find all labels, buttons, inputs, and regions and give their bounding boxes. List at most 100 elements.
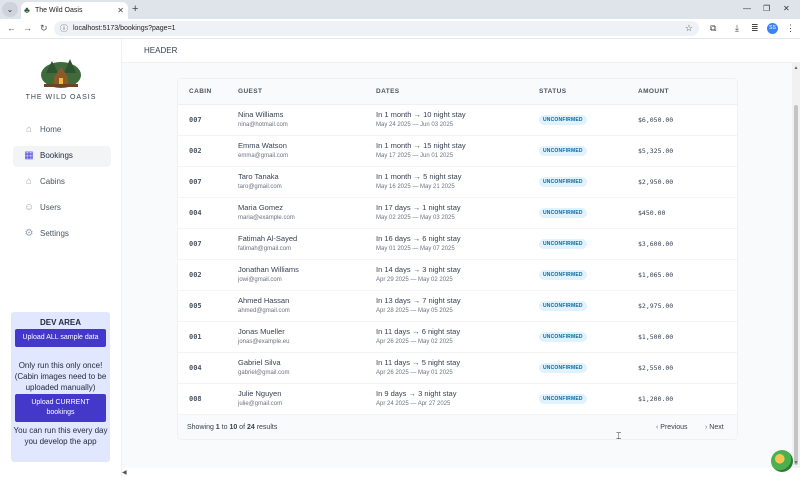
guest-name: Taro Tanaka <box>238 172 279 181</box>
chevron-right-icon: › <box>705 424 708 431</box>
status-badge: UNCONFIRMED <box>539 363 587 373</box>
close-window-icon[interactable]: ✕ <box>783 3 790 15</box>
cabin-number: 002 <box>189 271 202 279</box>
scroll-up-icon[interactable]: ▲ <box>792 65 800 71</box>
booking-range: May 17 2025 — Jun 01 2025 <box>376 153 454 159</box>
booking-dates: In 9 days → 3 night stay <box>376 389 457 398</box>
guest-email: emma@gmail.com <box>238 153 289 159</box>
status-badge: UNCONFIRMED <box>539 332 587 342</box>
guest-name: Jonathan Williams <box>238 265 299 274</box>
extensions-icon[interactable]: ⧉ <box>710 22 716 35</box>
booking-dates: In 14 days → 3 night stay <box>376 265 461 274</box>
reading-list-icon[interactable]: ≣ <box>751 22 759 35</box>
dev-note-once: Only run this only once! (Cabin images n… <box>14 361 107 392</box>
reload-icon[interactable]: ↻ <box>40 22 48 35</box>
sidebar-item-cabins[interactable]: ⌂ Cabins <box>13 172 111 193</box>
calendar-icon: ▦ <box>24 150 34 161</box>
guest-name: Emma Watson <box>238 141 287 150</box>
booking-amount: $2,950.00 <box>638 178 674 186</box>
booking-amount: $2,975.00 <box>638 302 674 310</box>
guest-name: Fatimah Al-Sayed <box>238 234 298 243</box>
sidebar-item-settings[interactable]: ⚙ Settings <box>13 224 111 245</box>
table-row: 005 Ahmed Hassan ahmed@gmail.com In 13 days… <box>178 291 737 322</box>
chevron-left-icon: ‹ <box>656 424 659 431</box>
sidebar-item-label: Users <box>40 203 61 212</box>
tab-search-chevron-icon[interactable]: ⌄ <box>2 2 18 17</box>
guest-name: Maria Gomez <box>238 203 284 212</box>
next-page-button[interactable]: › Next <box>705 423 724 433</box>
table-row: 007 Taro Tanaka taro@gmail.com In 1 month →… <box>178 167 737 198</box>
booking-dates: In 17 days → 1 night stay <box>376 203 461 212</box>
upload-all-button[interactable]: Upload ALL sample data <box>15 329 106 347</box>
scroll-down-icon[interactable]: ▼ <box>792 460 800 466</box>
tab-close-icon[interactable]: ✕ <box>117 5 124 16</box>
mouse-cursor-icon: ⌶ <box>616 431 622 441</box>
sidebar-item-label: Bookings <box>40 151 73 160</box>
dev-area: DEV AREA Upload ALL sample data Only run… <box>11 312 110 462</box>
url-text: localhost:5173/bookings?page=1 <box>73 25 176 32</box>
floating-avatar-icon[interactable] <box>771 450 793 472</box>
cabin-number: 004 <box>189 209 202 217</box>
new-tab-icon[interactable]: + <box>132 2 138 17</box>
booking-amount: $1,200.00 <box>638 395 674 403</box>
app-header: HEADER <box>122 39 800 63</box>
previous-page-button[interactable]: ‹ Previous <box>656 423 688 433</box>
booking-dates: In 1 month → 15 night stay <box>376 141 466 150</box>
vertical-scrollbar[interactable]: ▲ ▼ <box>792 63 800 468</box>
cabin-number: 007 <box>189 240 202 248</box>
column-header-guest: GUEST <box>238 88 263 95</box>
booking-amount: $5,325.00 <box>638 147 674 155</box>
cabin-number: 007 <box>189 178 202 186</box>
status-badge: UNCONFIRMED <box>539 146 587 156</box>
guest-email: ahmed@gmail.com <box>238 308 290 314</box>
restore-icon[interactable]: ❐ <box>763 3 770 15</box>
table-row: 004 Gabriel Silva gabriel@gmail.com In 11 d… <box>178 353 737 384</box>
download-icon[interactable]: ⤓ <box>735 22 739 35</box>
booking-dates: In 13 days → 7 night stay <box>376 296 461 305</box>
tab-title: The Wild Oasis <box>35 7 83 14</box>
booking-amount: $1,500.00 <box>638 333 674 341</box>
booking-range: Apr 26 2025 — May 01 2025 <box>376 370 453 376</box>
guest-name: Julie Nguyen <box>238 389 282 398</box>
bookmark-star-icon[interactable]: ☆ <box>685 22 693 35</box>
wild-oasis-logo <box>41 59 81 88</box>
cabin-number: 008 <box>189 395 202 403</box>
guest-name: Gabriel Silva <box>238 358 281 367</box>
sidebar-item-users[interactable]: ☺ Users <box>13 198 111 219</box>
sidebar-item-label: Home <box>40 125 62 134</box>
scrollbar-thumb[interactable] <box>794 105 798 465</box>
scroll-left-icon[interactable]: ◀ <box>122 470 127 477</box>
main-content: CABIN GUEST DATES STATUS AMOUNT 007 Nina … <box>122 63 792 468</box>
booking-range: Apr 28 2025 — May 05 2025 <box>376 308 453 314</box>
site-info-icon[interactable]: ⓘ <box>60 22 68 35</box>
profile-avatar[interactable]: SS <box>767 23 778 34</box>
guest-email: maria@example.com <box>238 215 295 221</box>
cabin-icon: ⌂ <box>25 176 33 187</box>
forward-icon[interactable]: → <box>23 22 32 35</box>
table-row: 001 Jonas Mueller jonas@example.eu In 11 da… <box>178 322 737 353</box>
booking-amount: $2,550.00 <box>638 364 674 372</box>
status-badge: UNCONFIRMED <box>539 177 587 187</box>
column-header-status: STATUS <box>539 88 567 95</box>
booking-range: May 02 2025 — May 03 2025 <box>376 215 455 221</box>
tab-favicon-icon: ♣ <box>24 5 30 15</box>
menu-kebab-icon[interactable]: ⋮ <box>786 22 795 35</box>
column-header-amount: AMOUNT <box>638 88 669 95</box>
sidebar-item-bookings[interactable]: ▦ Bookings <box>13 146 111 167</box>
back-icon[interactable]: ← <box>7 22 16 35</box>
sidebar-item-home[interactable]: ⌂ Home <box>13 120 111 141</box>
upload-current-button[interactable]: Upload CURRENT bookings <box>15 394 106 422</box>
table-row: 002 Emma Watson emma@gmail.com In 1 month →… <box>178 136 737 167</box>
booking-dates: In 11 days → 5 night stay <box>376 358 461 367</box>
table-row: 007 Nina Williams nina@hotmail.com In 1 mon… <box>178 105 737 136</box>
browser-tab[interactable]: ♣ The Wild Oasis ✕ <box>21 2 128 19</box>
column-header-cabin: CABIN <box>189 88 212 95</box>
settings-icon: ⚙ <box>24 228 34 239</box>
table-row: 004 Maria Gomez maria@example.com In 17 day… <box>178 198 737 229</box>
cabin-number: 002 <box>189 147 202 155</box>
address-toolbar: ← → ↻ ⓘ localhost:5173/bookings?page=1 ☆… <box>0 19 800 39</box>
minimize-icon[interactable]: — <box>743 3 751 15</box>
booking-amount: $3,600.00 <box>638 240 674 248</box>
url-bar[interactable]: ⓘ localhost:5173/bookings?page=1 ☆ <box>54 21 699 36</box>
guest-name: Ahmed Hassan <box>238 296 290 305</box>
